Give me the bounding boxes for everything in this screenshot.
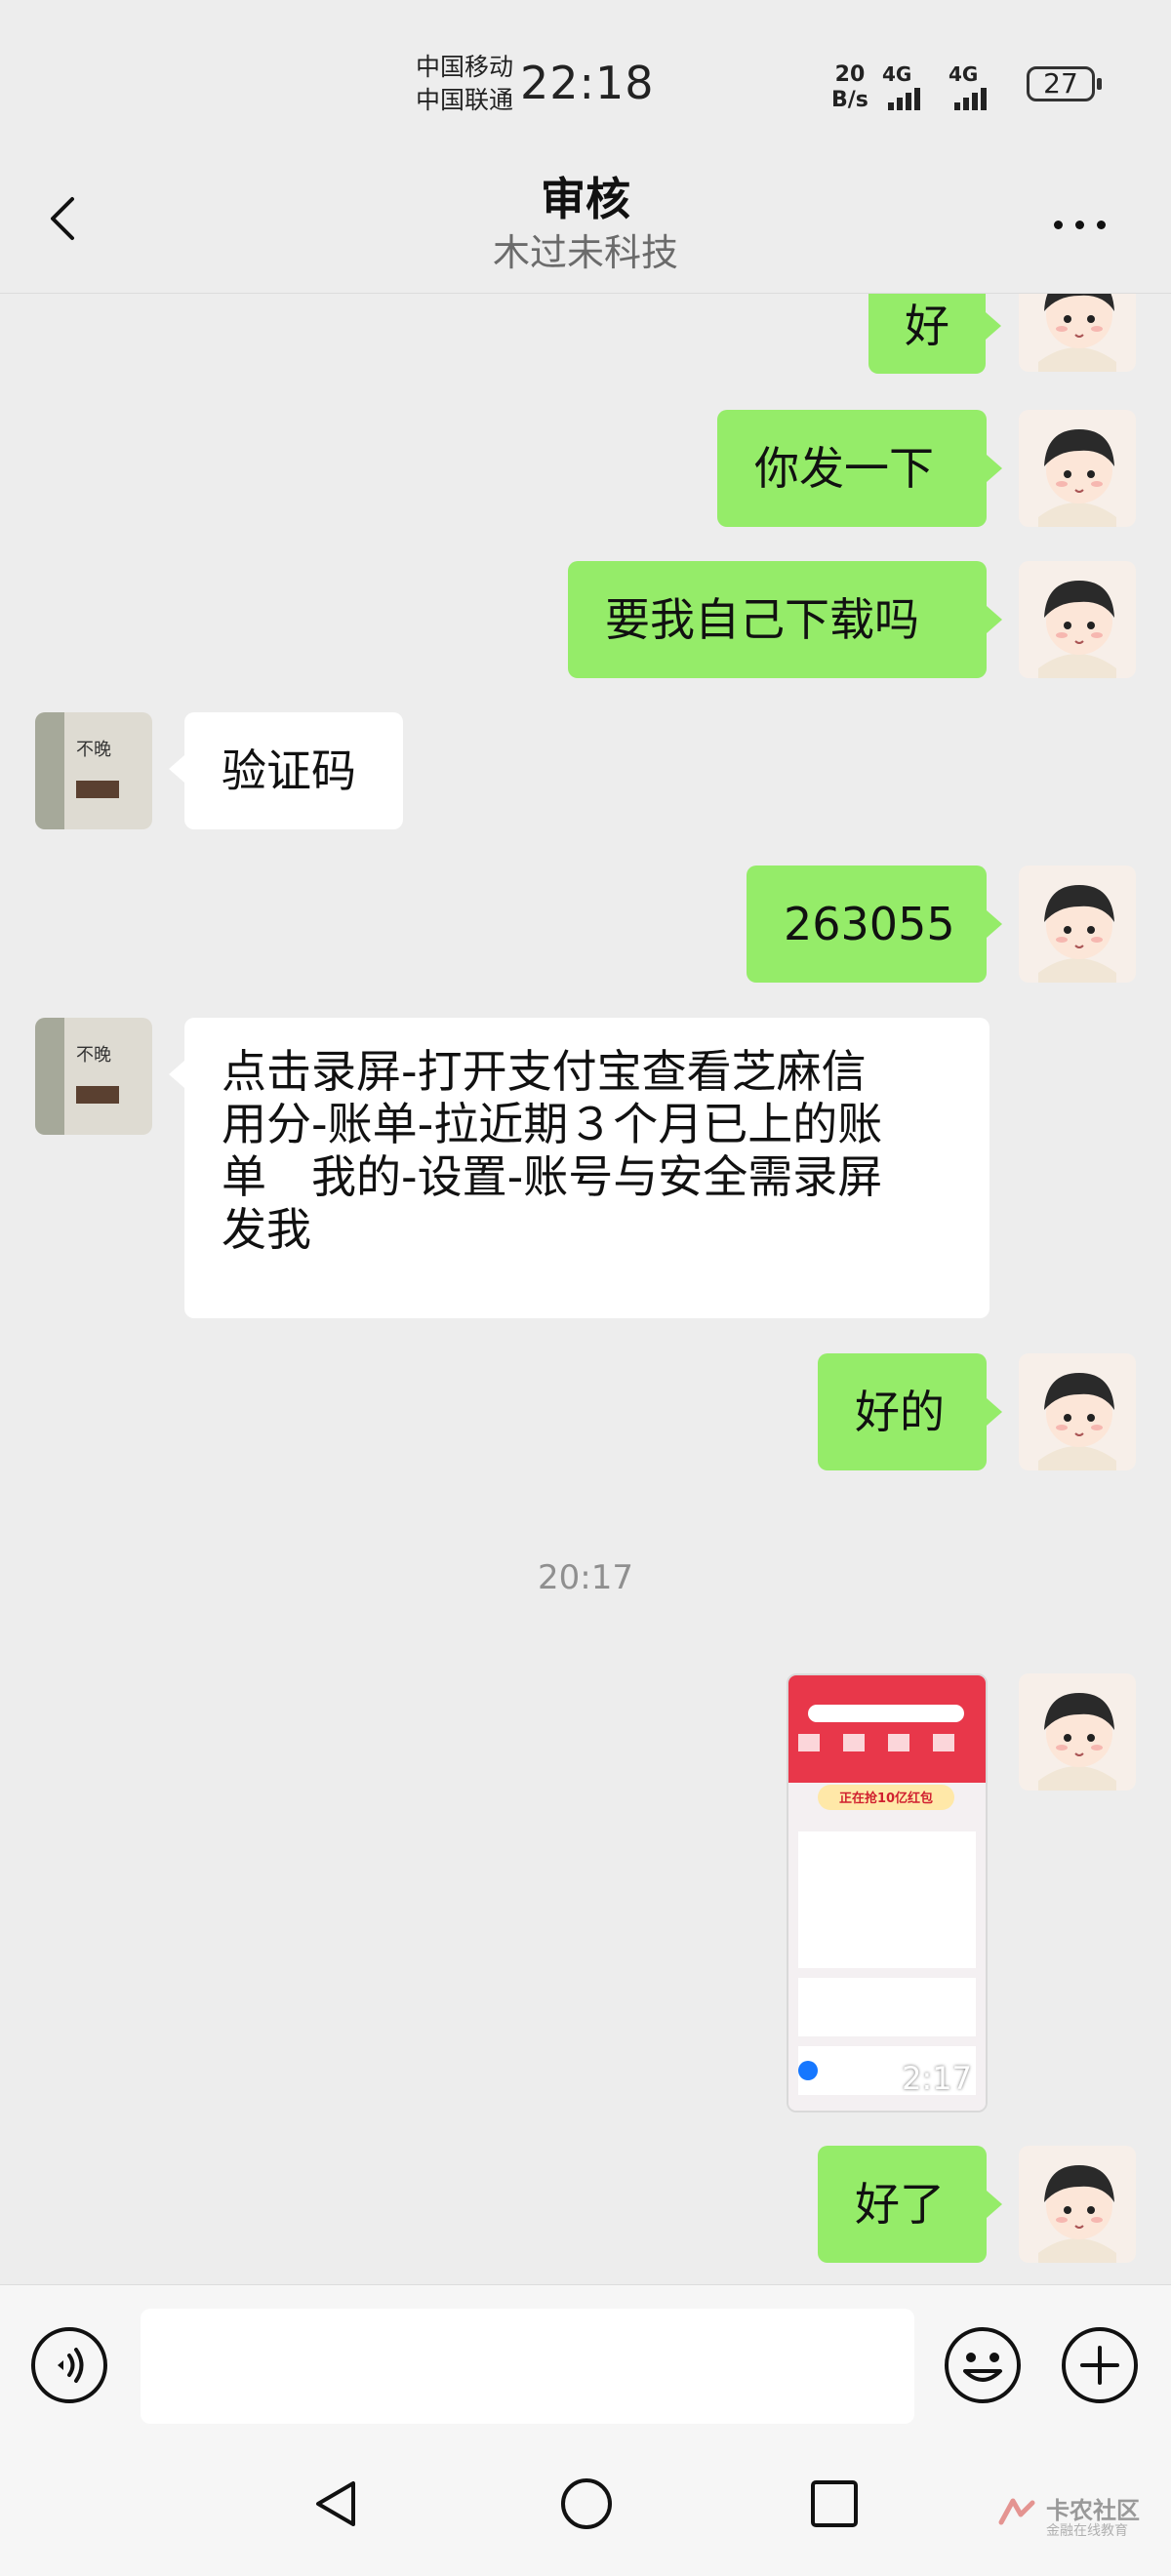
girl-avatar-image [1019, 2146, 1136, 2263]
emoji-button[interactable] [944, 2326, 1022, 2404]
my-avatar[interactable] [1019, 561, 1136, 678]
message-text: 验证码 [222, 745, 356, 797]
net-speed-value: 20 [834, 62, 866, 87]
message-bubble-me[interactable]: 好了 [818, 2146, 1002, 2263]
message-bubble-me[interactable]: 要我自己下载吗 [568, 561, 1002, 678]
my-avatar[interactable] [1019, 410, 1136, 527]
signal-2-label: 4G [949, 62, 979, 86]
carrier-2: 中国联通 [416, 86, 514, 114]
net-speed: 20 B/s [831, 62, 868, 113]
signal-2-icon: 4G [949, 62, 1017, 110]
input-bar [0, 2284, 1171, 2432]
message-text-line: 发我 [222, 1203, 311, 1256]
signal-1-label: 4G [882, 62, 912, 86]
message-bubble-me[interactable]: 好 [868, 294, 1001, 374]
signal-1-icon: 4G [882, 62, 941, 110]
plus-icon [1062, 2327, 1138, 2403]
battery-icon: 27 [1027, 66, 1102, 101]
carrier-1: 中国移动 [416, 53, 514, 81]
message-bubble-me[interactable]: 263055 [747, 865, 1002, 983]
message-text-line: 用分-账单-拉近期３个月已上的账 [222, 1098, 883, 1150]
message-text: 你发一下 [754, 442, 934, 495]
message-input[interactable] [141, 2309, 914, 2424]
message-bubble-other[interactable]: 点击录屏-打开支付宝查看芝麻信 用分-账单-拉近期３个月已上的账 单 我的-设置… [169, 1018, 989, 1318]
video-message[interactable]: 正在抢10亿红包 2:17 [787, 1673, 988, 2113]
video-thumb-banner: 正在抢10亿红包 [839, 1791, 933, 1806]
message-text: 好 [905, 300, 949, 352]
my-avatar[interactable] [1019, 865, 1136, 983]
message-text: 好的 [855, 1386, 945, 1438]
voice-button[interactable] [30, 2326, 108, 2404]
watermark: 卡农社区 金融在线教育 [995, 2489, 1161, 2548]
my-avatar[interactable] [1019, 294, 1136, 372]
status-bar: 中国移动 中国联通 22:18 20 B/s 4G 4G 27 [0, 0, 1171, 146]
my-avatar[interactable] [1019, 1673, 1136, 1791]
status-clock: 22:18 [520, 57, 655, 109]
chat-title: 审核 [541, 173, 630, 225]
video-duration: 2:17 [902, 2060, 972, 2097]
girl-avatar-image [1019, 294, 1136, 372]
girl-avatar-image [1019, 410, 1136, 527]
message-text-line: 单 我的-设置-账号与安全需录屏 [222, 1150, 883, 1203]
play-icon[interactable] [839, 1841, 937, 1939]
message-text: 好了 [855, 2178, 945, 2231]
more-dots-icon [1054, 215, 1118, 233]
nav-home-icon [561, 2478, 612, 2529]
contact-avatar-image: 不晚 [35, 712, 152, 829]
message-text: 263055 [784, 898, 955, 950]
emoji-icon [945, 2327, 1021, 2403]
my-avatar[interactable] [1019, 1353, 1136, 1470]
message-text: 要我自己下载吗 [605, 593, 919, 646]
message-text-line: 点击录屏-打开支付宝查看芝麻信 [222, 1045, 867, 1098]
nav-recent-icon [811, 2480, 858, 2527]
watermark-logo-icon [998, 2498, 1035, 2525]
plus-button[interactable] [1061, 2326, 1139, 2404]
contact-avatar-text: 不晚 [76, 1045, 111, 1066]
girl-avatar-image [1019, 1673, 1136, 1791]
girl-avatar-image [1019, 561, 1136, 678]
more-button[interactable] [1054, 215, 1122, 234]
chat-subtitle: 木过未科技 [492, 231, 678, 274]
message-bubble-me[interactable]: 你发一下 [717, 410, 1002, 527]
nav-home-button[interactable] [552, 2470, 621, 2538]
nav-back-icon [316, 2481, 355, 2526]
contact-avatar[interactable]: 不晚 [35, 1018, 152, 1135]
message-list[interactable]: 好 你发一下 要我自己下载吗 不晚 验证码 263055 不晚 点击录屏-打开支… [0, 294, 1171, 2284]
contact-avatar-image: 不晚 [35, 1018, 152, 1135]
message-bubble-me[interactable]: 好的 [818, 1353, 1002, 1470]
message-timestamp: 20:17 [538, 1558, 633, 1597]
voice-icon [31, 2327, 107, 2403]
system-nav-bar: 卡农社区 金融在线教育 [0, 2431, 1171, 2576]
nav-recent-button[interactable] [800, 2470, 868, 2538]
net-speed-unit: B/s [831, 88, 868, 112]
chat-header: 审核 木过未科技 [0, 146, 1171, 294]
contact-avatar-text: 不晚 [76, 740, 111, 760]
girl-avatar-image [1019, 1353, 1136, 1470]
message-bubble-other[interactable]: 验证码 [169, 712, 403, 829]
my-avatar[interactable] [1019, 2146, 1136, 2263]
contact-avatar[interactable]: 不晚 [35, 712, 152, 829]
girl-avatar-image [1019, 865, 1136, 983]
carrier-labels: 中国移动 中国联通 [416, 51, 513, 117]
watermark-subtext: 金融在线教育 [1046, 2523, 1128, 2539]
nav-back-button[interactable] [303, 2470, 371, 2538]
